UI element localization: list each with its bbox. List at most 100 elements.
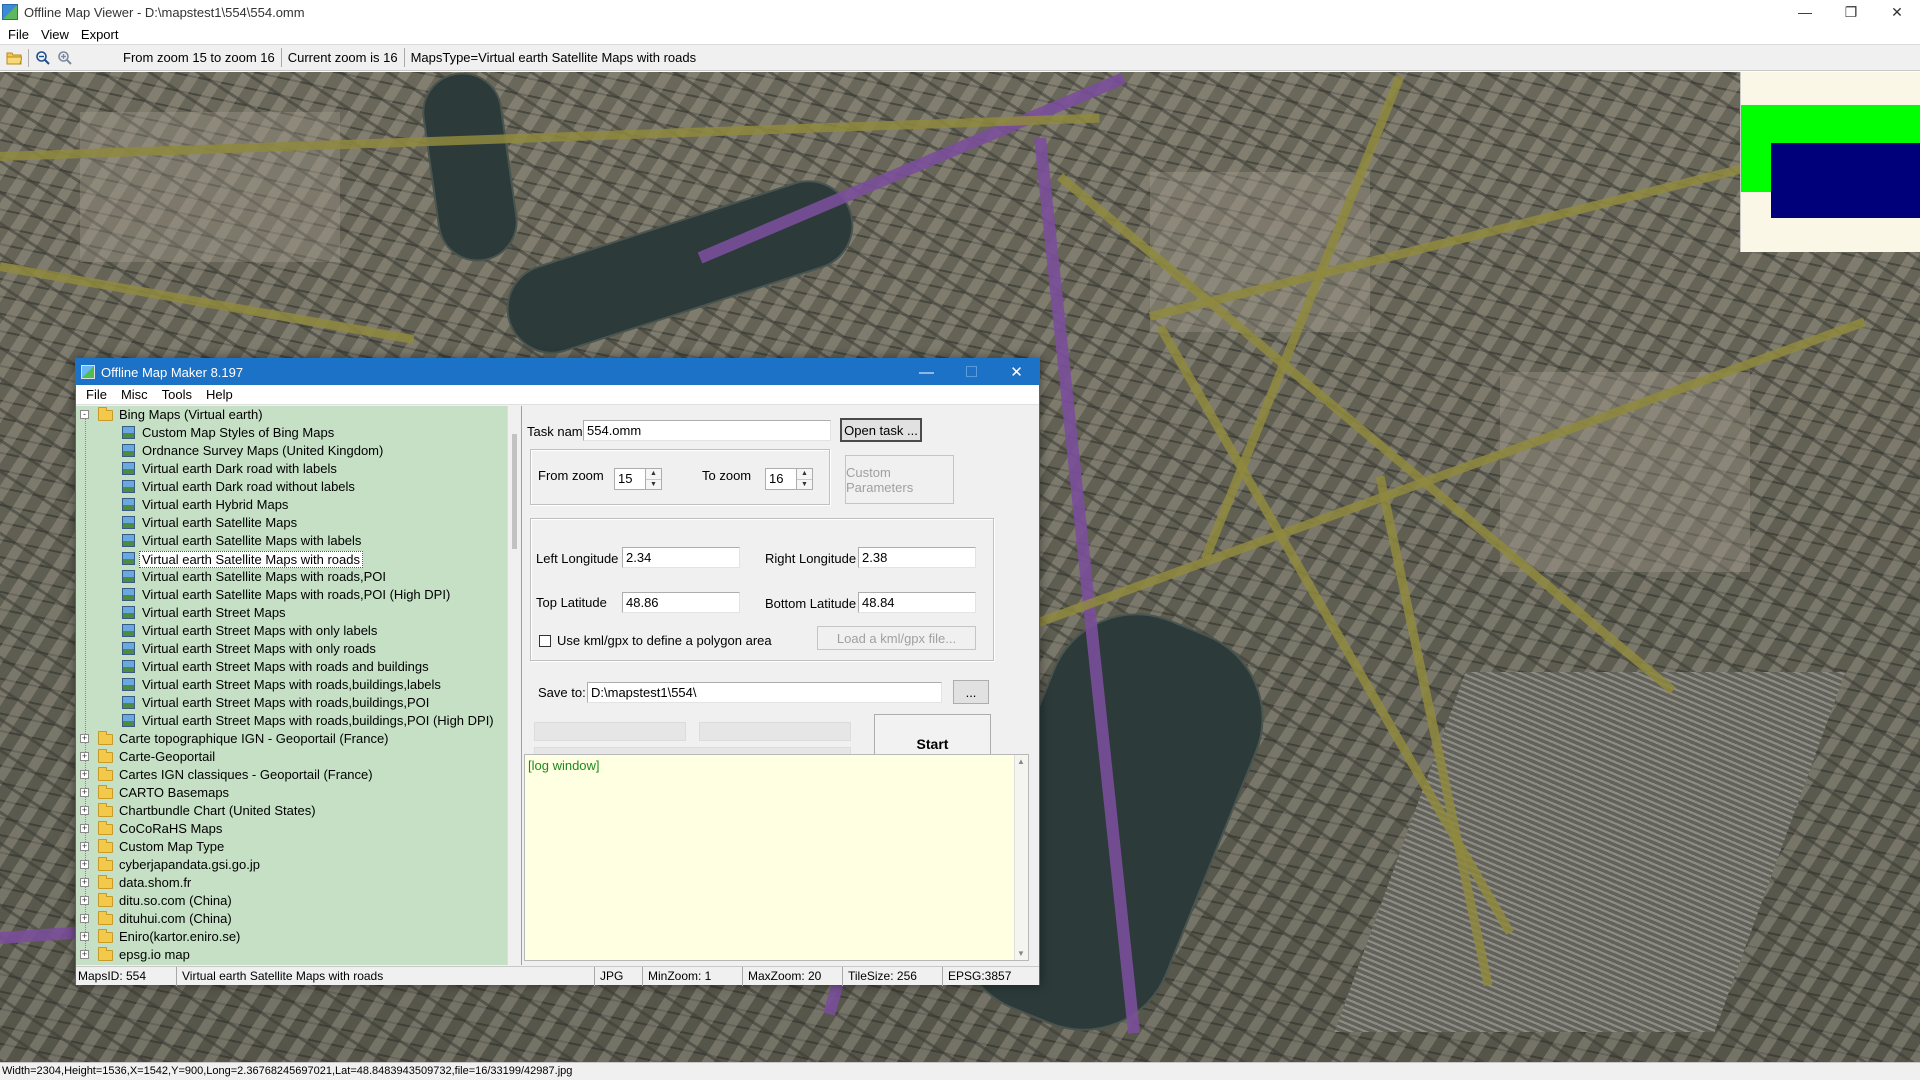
overview-minimap[interactable] <box>1740 72 1920 252</box>
tree-item[interactable]: Virtual earth Satellite Maps with roads <box>76 550 506 568</box>
tree-item[interactable]: Virtual earth Street Maps with only road… <box>76 640 506 658</box>
expand-icon[interactable]: + <box>80 950 89 959</box>
from-zoom-value[interactable]: 15 <box>614 468 646 490</box>
spin-up-icon[interactable]: ▲ <box>797 469 812 480</box>
left-longitude-input[interactable]: 2.34 <box>622 547 740 568</box>
spin-down-icon[interactable]: ▼ <box>646 480 661 490</box>
tree-item[interactable]: Virtual earth Dark road with labels <box>76 460 506 478</box>
expand-icon[interactable]: + <box>80 752 89 761</box>
expand-icon[interactable]: + <box>80 842 89 851</box>
expand-icon[interactable]: + <box>80 806 89 815</box>
expand-icon[interactable]: + <box>80 914 89 923</box>
zoom-range-text: From zoom 15 to zoom 16 <box>117 48 282 67</box>
close-icon[interactable]: ✕ <box>994 359 1039 385</box>
tree-item-label: epsg.io map <box>119 947 190 962</box>
tree-scroll-thumb[interactable] <box>512 434 517 549</box>
menu-tools[interactable]: Tools <box>155 387 199 402</box>
bottom-latitude-input[interactable]: 48.84 <box>858 592 976 613</box>
use-kml-label[interactable]: Use kml/gpx to define a polygon area <box>557 633 772 648</box>
tree-group[interactable]: + CARTO Basemaps <box>76 784 506 802</box>
to-zoom-stepper[interactable]: 16 ▲ ▼ <box>765 468 813 490</box>
tree-group[interactable]: + epsg.io map <box>76 946 506 964</box>
tree-scrollbar[interactable] <box>507 406 521 965</box>
tree-group[interactable]: + Chartbundle Chart (United States) <box>76 802 506 820</box>
dialog-titlebar[interactable]: Offline Map Maker 8.197 — ☐ ✕ <box>76 359 1039 385</box>
tree-item[interactable]: Virtual earth Satellite Maps with roads,… <box>76 568 506 586</box>
map-layer-icon <box>122 696 135 709</box>
top-latitude-input[interactable]: 48.86 <box>622 592 740 613</box>
tree-group[interactable]: + Custom Map Type <box>76 838 506 856</box>
map-type-tree[interactable]: - Bing Maps (Virtual earth) Custom Map Sty… <box>76 406 522 965</box>
tree-group[interactable]: + dituhui.com (China) <box>76 910 506 928</box>
minimize-icon[interactable]: — <box>1782 0 1828 24</box>
tree-item[interactable]: Virtual earth Street Maps with roads,bui… <box>76 694 506 712</box>
expand-icon[interactable]: + <box>80 824 89 833</box>
tree-item[interactable]: Custom Map Styles of Bing Maps <box>76 424 506 442</box>
tree-group[interactable]: + data.shom.fr <box>76 874 506 892</box>
menu-help[interactable]: Help <box>199 387 240 402</box>
scroll-down-icon[interactable]: ▼ <box>1017 949 1025 958</box>
tree-group[interactable]: + Carte topographique IGN - Geoportail (F… <box>76 730 506 748</box>
expand-icon[interactable]: + <box>80 878 89 887</box>
tree-item[interactable]: Virtual earth Street Maps with roads,bui… <box>76 676 506 694</box>
open-task-button[interactable]: Open task ... <box>840 418 922 442</box>
task-name-input[interactable]: 554.omm <box>583 420 831 441</box>
tree-item-label: Virtual earth Street Maps with only road… <box>142 641 376 656</box>
tile-size-text: TileSize: 256 <box>843 967 943 986</box>
tree-group[interactable]: - Bing Maps (Virtual earth) <box>76 406 506 424</box>
spin-down-icon[interactable]: ▼ <box>797 480 812 490</box>
tree-group[interactable]: + ditu.so.com (China) <box>76 892 506 910</box>
to-zoom-value[interactable]: 16 <box>765 468 797 490</box>
zoom-in-icon[interactable] <box>54 47 76 69</box>
save-to-input[interactable]: D:\mapstest1\554\ <box>587 682 942 703</box>
expand-icon[interactable]: + <box>80 770 89 779</box>
right-longitude-input[interactable]: 2.38 <box>858 547 976 568</box>
tree-item[interactable]: Virtual earth Street Maps with only labe… <box>76 622 506 640</box>
menu-file[interactable]: File <box>2 27 35 42</box>
menu-view[interactable]: View <box>35 27 75 42</box>
tree-group[interactable]: + Cartes IGN classiques - Geoportail (Fra… <box>76 766 506 784</box>
to-zoom-label: To zoom <box>702 468 752 483</box>
expand-icon[interactable]: + <box>80 788 89 797</box>
expand-icon[interactable]: + <box>80 896 89 905</box>
tree-item[interactable]: Virtual earth Street Maps with roads,bui… <box>76 712 506 730</box>
expand-icon[interactable]: + <box>80 932 89 941</box>
tree-group[interactable]: + Eniro(kartor.eniro.se) <box>76 928 506 946</box>
tree-group[interactable]: + CoCoRaHS Maps <box>76 820 506 838</box>
tree-item[interactable]: Virtual earth Hybrid Maps <box>76 496 506 514</box>
overview-viewport[interactable] <box>1771 143 1920 218</box>
tree-item[interactable]: Virtual earth Satellite Maps with labels <box>76 532 506 550</box>
tree-item[interactable]: Virtual earth Street Maps with roads and… <box>76 658 506 676</box>
close-icon[interactable]: ✕ <box>1874 0 1920 24</box>
browse-button[interactable]: ... <box>953 680 989 704</box>
scroll-up-icon[interactable]: ▲ <box>1017 757 1025 766</box>
expand-icon[interactable]: + <box>80 860 89 869</box>
progress-bar-1 <box>534 722 686 741</box>
tree-group[interactable]: + Carte-Geoportail <box>76 748 506 766</box>
use-kml-checkbox[interactable] <box>539 635 551 647</box>
app-icon <box>2 4 18 20</box>
minimize-icon[interactable]: — <box>904 359 949 385</box>
load-kml-button[interactable]: Load a kml/gpx file... <box>817 626 976 650</box>
tree-item[interactable]: Ordnance Survey Maps (United Kingdom) <box>76 442 506 460</box>
menu-file[interactable]: File <box>79 387 114 402</box>
tree-item[interactable]: Virtual earth Satellite Maps with roads,… <box>76 586 506 604</box>
log-scrollbar[interactable]: ▲ ▼ <box>1014 755 1028 960</box>
restore-icon[interactable]: ❐ <box>1828 0 1874 24</box>
custom-parameters-button[interactable]: Custom Parameters <box>845 455 954 504</box>
log-window[interactable]: [log window] ▲ ▼ <box>524 754 1029 961</box>
expand-icon[interactable]: + <box>80 734 89 743</box>
open-folder-icon[interactable] <box>3 47 25 69</box>
spin-up-icon[interactable]: ▲ <box>646 469 661 480</box>
tree-item[interactable]: Virtual earth Dark road without labels <box>76 478 506 496</box>
collapse-icon[interactable]: - <box>80 410 89 419</box>
tree-item[interactable]: Virtual earth Satellite Maps <box>76 514 506 532</box>
road <box>697 72 1126 264</box>
from-zoom-stepper[interactable]: 15 ▲ ▼ <box>614 468 662 490</box>
tree-item[interactable]: Virtual earth Street Maps <box>76 604 506 622</box>
menu-misc[interactable]: Misc <box>114 387 155 402</box>
tree-group[interactable]: + cyberjapandata.gsi.go.jp <box>76 856 506 874</box>
zoom-out-icon[interactable] <box>32 47 54 69</box>
menu-export[interactable]: Export <box>75 27 125 42</box>
tree-item-label: Cartes IGN classiques - Geoportail (Fran… <box>119 767 373 782</box>
